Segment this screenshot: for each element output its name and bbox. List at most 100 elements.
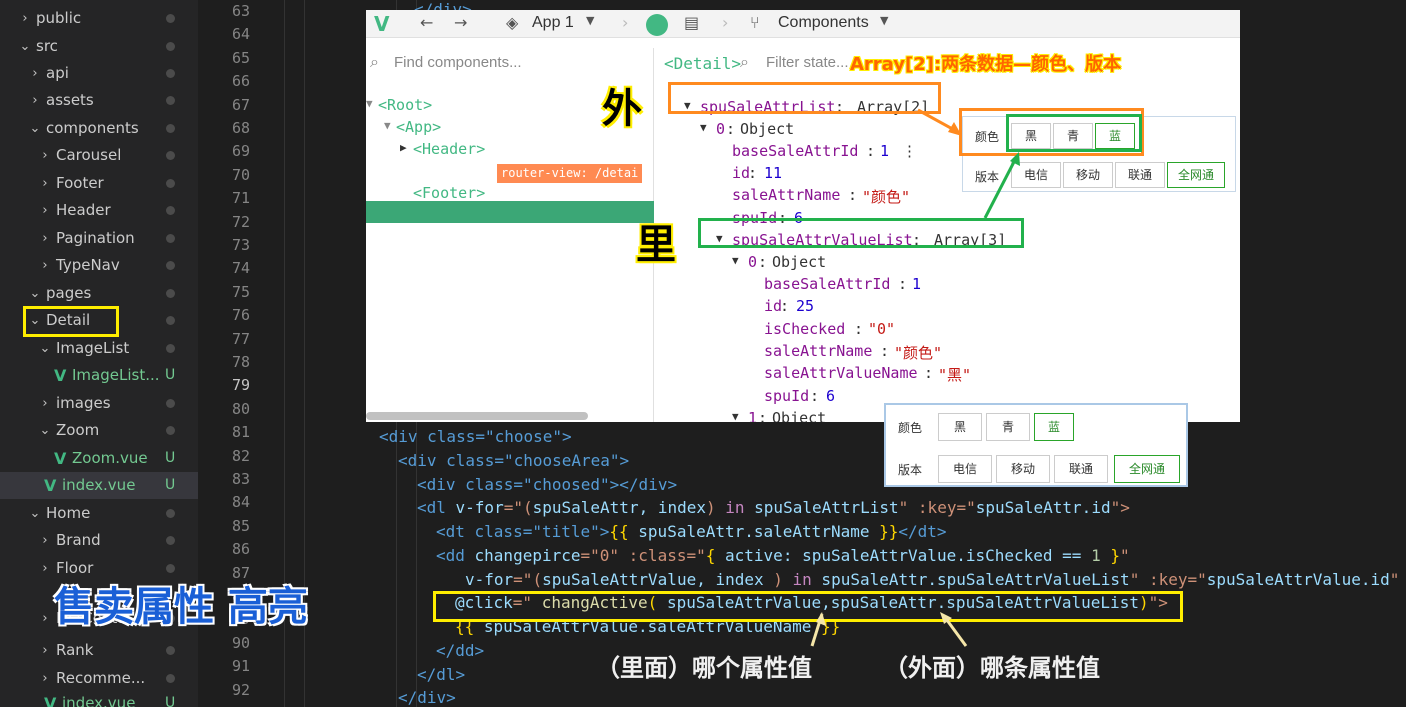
- tree-node-root[interactable]: <Root>: [378, 96, 432, 114]
- line-number: 65: [231, 49, 250, 67]
- code-token: " :key=": [1129, 570, 1207, 589]
- chevron-down-icon[interactable]: ⌄: [18, 33, 32, 60]
- chevron-right-icon[interactable]: ›: [38, 252, 52, 279]
- explorer-item[interactable]: › Footer: [0, 170, 198, 197]
- git-status-dot: [166, 261, 175, 270]
- explorer-item[interactable]: › Pagination: [0, 225, 198, 252]
- state-toggle-icon[interactable]: ▼: [700, 121, 707, 134]
- chevron-down-icon[interactable]: ⌄: [28, 500, 42, 527]
- chevron-down-icon: ▼: [880, 14, 889, 27]
- explorer-item[interactable]: V Zoom.vue U: [0, 445, 198, 472]
- chevron-right-icon[interactable]: ›: [28, 60, 42, 87]
- explorer-item[interactable]: ⌄ components: [0, 115, 198, 142]
- explorer-item[interactable]: › Carousel: [0, 142, 198, 169]
- explorer-item[interactable]: › Recomme...: [0, 665, 198, 692]
- state-value: "颜色": [862, 188, 911, 206]
- chevron-right-icon[interactable]: ›: [38, 197, 52, 224]
- spec-option-unicom[interactable]: 联通: [1115, 162, 1165, 188]
- explorer-item[interactable]: › TypeNav: [0, 252, 198, 279]
- horizontal-scrollbar[interactable]: [366, 412, 588, 420]
- spec-option-telecom[interactable]: 电信: [938, 455, 992, 483]
- spec-option-cyan[interactable]: 青: [986, 413, 1030, 441]
- explorer-item[interactable]: Vindex.vue U: [0, 690, 198, 707]
- line-number: 73: [231, 236, 250, 254]
- explorer-item[interactable]: ⌄ Home: [0, 500, 198, 527]
- compass-icon[interactable]: [646, 14, 668, 36]
- explorer-item[interactable]: › images: [0, 390, 198, 417]
- git-untracked-badge: U: [165, 477, 176, 493]
- explorer-item[interactable]: ⌄ Zoom: [0, 417, 198, 444]
- explorer-item[interactable]: ⌄ pages: [0, 280, 198, 307]
- state-toggle-icon[interactable]: ▼: [732, 254, 739, 267]
- explorer-item[interactable]: › assets: [0, 87, 198, 114]
- spec-option-unicom[interactable]: 联通: [1054, 455, 1108, 483]
- explorer-item[interactable]: ⌄ ImageList: [0, 335, 198, 362]
- code-token: ="(: [503, 498, 533, 517]
- explorer-item-label: Home: [46, 504, 91, 522]
- state-key: isChecked: [764, 320, 846, 338]
- chevron-down-icon[interactable]: ⌄: [28, 280, 42, 307]
- chevron-right-icon[interactable]: ›: [38, 170, 52, 197]
- chevron-right-icon[interactable]: ›: [38, 605, 52, 632]
- components-tab[interactable]: Components: [778, 14, 869, 32]
- chevron-right-icon[interactable]: ›: [38, 527, 52, 554]
- chevron-right-icon[interactable]: ›: [38, 665, 52, 692]
- line-number: 85: [231, 517, 250, 535]
- chevron-down-icon[interactable]: ⌄: [38, 335, 52, 362]
- explorer-item[interactable]: ⌄ src: [0, 33, 198, 60]
- explorer-item[interactable]: › public: [0, 5, 198, 32]
- app-selector[interactable]: App 1: [532, 14, 574, 32]
- git-status-dot: [166, 96, 175, 105]
- spec-option-telecom[interactable]: 电信: [1011, 162, 1061, 188]
- explorer-item-label: index.vue: [62, 694, 136, 707]
- chevron-right-icon[interactable]: ›: [38, 390, 52, 417]
- tree-node-detail[interactable]: <Detail>: [413, 162, 485, 180]
- explorer-item[interactable]: V ImageList... U: [0, 362, 198, 389]
- chevron-right-icon[interactable]: ›: [28, 87, 42, 114]
- state-toggle-icon[interactable]: ▼: [732, 410, 739, 422]
- chevron-down-icon[interactable]: ⌄: [38, 417, 52, 444]
- back-arrow-icon[interactable]: ←: [420, 13, 433, 32]
- timeline-icon[interactable]: ▤: [684, 13, 699, 32]
- explorer-item-label: images: [56, 394, 111, 412]
- chevron-right-icon[interactable]: ›: [38, 142, 52, 169]
- tree-node-footer[interactable]: <Footer>: [413, 184, 485, 202]
- tree-node-app[interactable]: <App>: [396, 118, 441, 136]
- spec-option-mobile[interactable]: 移动: [996, 455, 1050, 483]
- state-colon: :: [758, 253, 768, 271]
- more-options-icon[interactable]: ⋮: [902, 142, 917, 160]
- tree-toggle-icon[interactable]: ▶: [400, 163, 407, 176]
- spec-option-mobile[interactable]: 移动: [1063, 162, 1113, 188]
- spec-option-blue[interactable]: 蓝: [1034, 413, 1074, 441]
- line-number: 79: [231, 376, 250, 394]
- explorer-item[interactable]: › Rank: [0, 637, 198, 664]
- tree-toggle-icon[interactable]: ▼: [384, 119, 391, 132]
- git-status-dot: [166, 124, 175, 133]
- explorer-item[interactable]: › api: [0, 60, 198, 87]
- chevron-right-icon[interactable]: ›: [38, 225, 52, 252]
- tree-node-header[interactable]: <Header>: [413, 140, 485, 158]
- spec-option-all-network[interactable]: 全网通: [1167, 162, 1225, 188]
- chevron-right-icon[interactable]: ›: [38, 555, 52, 582]
- git-untracked-badge: U: [165, 695, 176, 707]
- tree-toggle-icon[interactable]: ▶: [400, 141, 407, 154]
- forward-arrow-icon[interactable]: →: [454, 13, 467, 32]
- chevron-right-icon[interactable]: ›: [38, 637, 52, 664]
- state-colon: :: [854, 320, 864, 338]
- explorer-item[interactable]: › Brand: [0, 527, 198, 554]
- code-token: </dd>: [436, 641, 485, 660]
- spec-option-black[interactable]: 黑: [938, 413, 982, 441]
- spec-option-all-network[interactable]: 全网通: [1114, 455, 1180, 483]
- code-line-90: </dd>: [436, 641, 484, 661]
- explorer-item[interactable]: Vindex.vue U: [0, 472, 198, 499]
- tree-toggle-icon[interactable]: ▼: [366, 97, 373, 110]
- inner-list-highlight: [698, 218, 1024, 248]
- state-colon: :: [810, 387, 820, 405]
- state-colon: :: [780, 297, 790, 315]
- chevron-right-icon[interactable]: ›: [18, 5, 32, 32]
- separator-icon: ›: [722, 13, 729, 32]
- filter-state-input[interactable]: Filter state...: [766, 54, 849, 71]
- chevron-down-icon[interactable]: ⌄: [28, 115, 42, 142]
- find-components-input[interactable]: Find components...: [394, 54, 522, 71]
- explorer-item[interactable]: › Header: [0, 197, 198, 224]
